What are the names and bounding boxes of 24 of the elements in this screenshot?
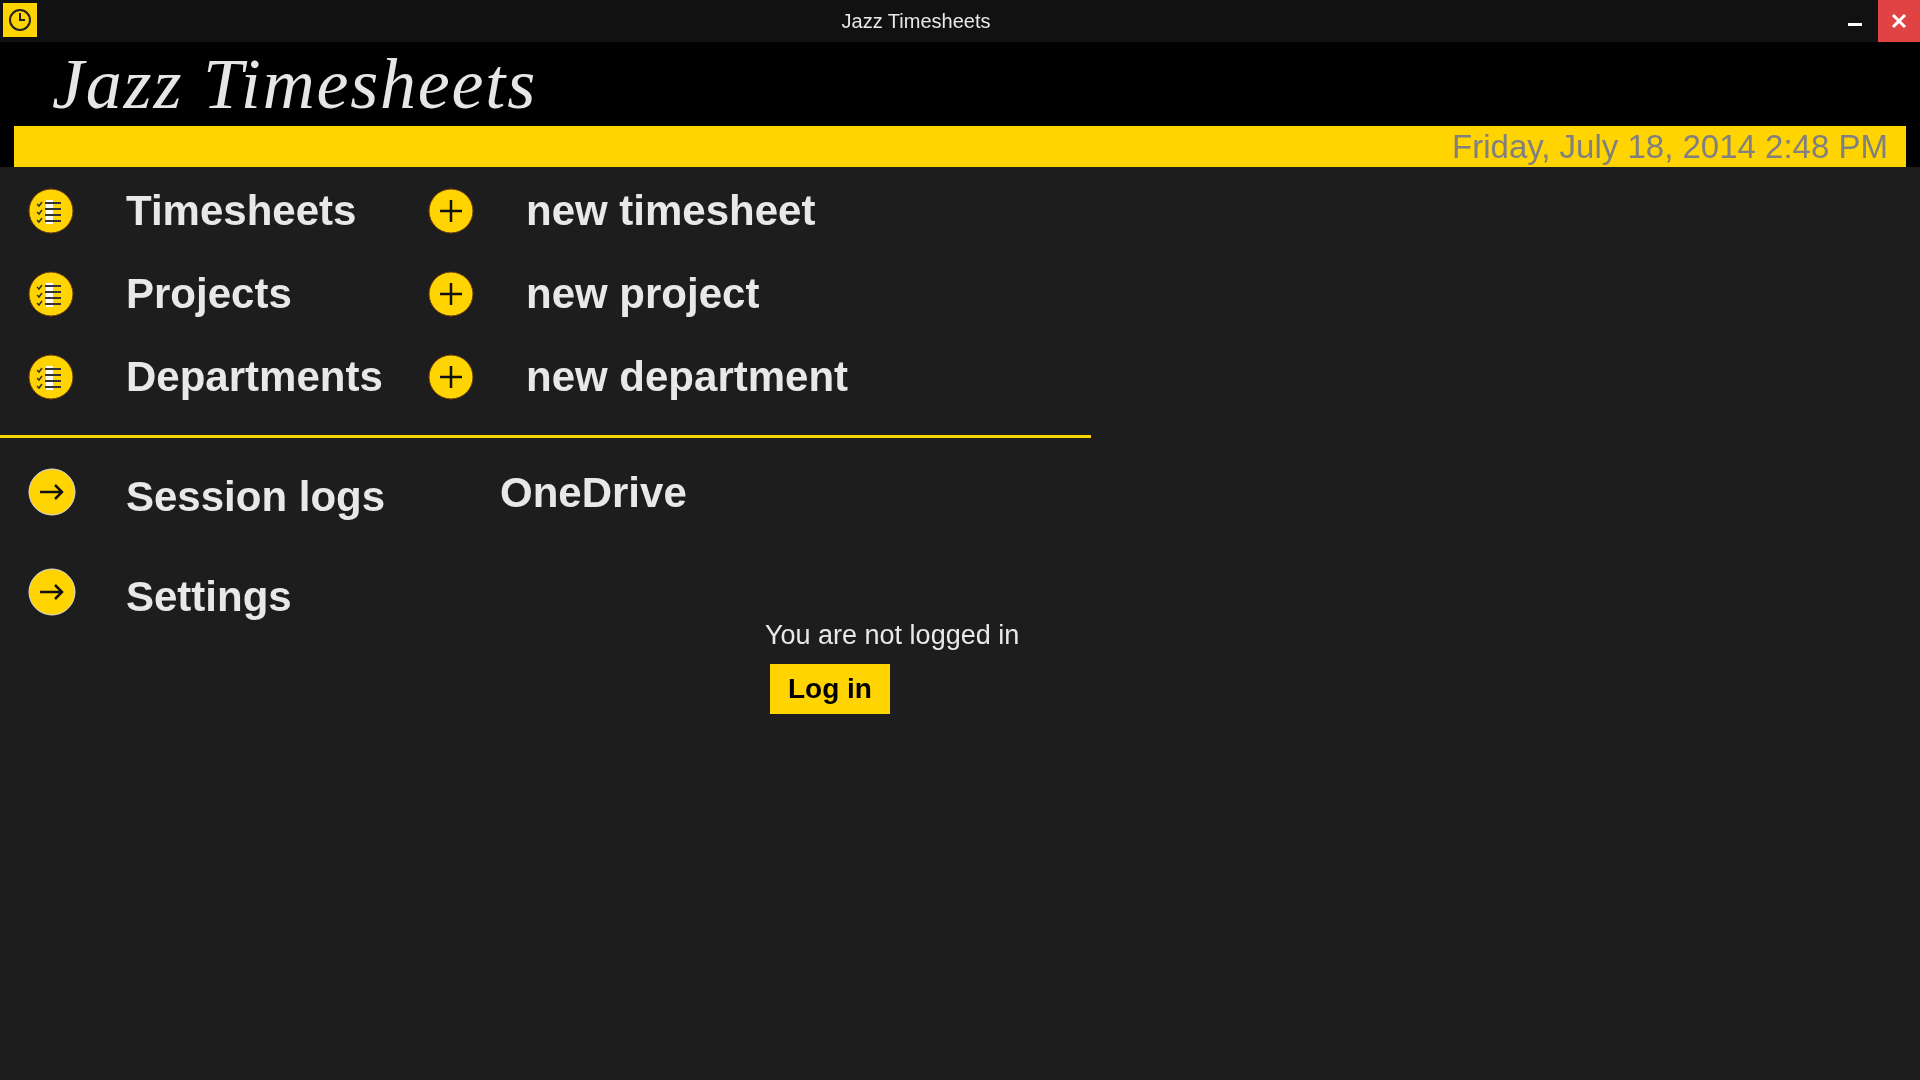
list-link[interactable]: Timesheets <box>126 189 428 232</box>
app-title: Jazz Timesheets <box>52 48 537 120</box>
close-icon <box>1891 13 1907 29</box>
list-icon <box>28 187 74 234</box>
list-icon <box>28 270 74 317</box>
new-item-link[interactable]: new department <box>526 355 849 398</box>
add-icon <box>428 270 474 317</box>
nav-link[interactable]: Settings <box>126 576 292 618</box>
minimize-icon <box>1848 23 1862 26</box>
close-button[interactable] <box>1878 0 1920 42</box>
section-title: OneDrive <box>500 472 687 514</box>
list-link[interactable]: Departments <box>126 355 428 398</box>
new-item-link[interactable]: new timesheet <box>526 189 816 232</box>
list-link[interactable]: Projects <box>126 272 428 315</box>
add-icon <box>428 187 474 234</box>
app-icon <box>3 3 37 37</box>
login-button[interactable]: Log in <box>770 664 890 714</box>
list-icon <box>28 353 74 400</box>
window-title: Jazz Timesheets <box>841 9 991 34</box>
add-icon <box>428 353 474 400</box>
date-time: Friday, July 18, 2014 2:48 PM <box>1452 130 1888 163</box>
login-status: You are not logged in <box>765 622 1020 649</box>
nav-link[interactable]: Session logs <box>126 476 386 518</box>
new-item-link[interactable]: new project <box>526 272 760 315</box>
